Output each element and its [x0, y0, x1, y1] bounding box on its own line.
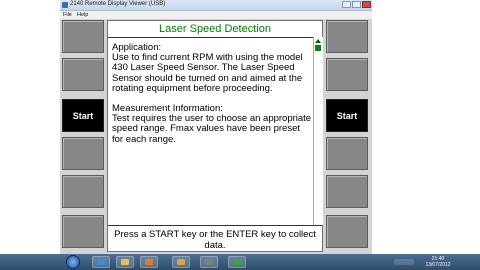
scroll-thumb[interactable] — [315, 45, 321, 51]
start-orb-icon[interactable] — [66, 255, 80, 269]
title-divider — [108, 37, 313, 38]
viewer-taskbar-icon[interactable] — [200, 256, 218, 268]
screen-title: Laser Speed Detection — [159, 23, 271, 35]
left-softkey-6[interactable] — [62, 215, 104, 248]
menu-help[interactable]: Help — [77, 12, 88, 18]
right-softkey-1[interactable] — [326, 20, 368, 53]
minimize-button[interactable] — [342, 1, 351, 8]
measurement-text: Test requires the user to choose an appr… — [112, 113, 312, 145]
media-taskbar-icon[interactable] — [140, 256, 158, 268]
system-tray[interactable] — [394, 259, 414, 265]
window-titlebar[interactable]: 2140 Remote Display Viewer (USB) — [60, 0, 372, 11]
right-start-button[interactable]: Start — [326, 99, 368, 132]
taskbar: 21:40 13/07/2012 — [0, 254, 480, 270]
scrollbar[interactable] — [313, 37, 323, 225]
left-softkey-2[interactable] — [62, 58, 104, 91]
prompt-divider — [108, 225, 322, 226]
instrument-screen: Laser Speed Detection Application: Use t… — [107, 20, 323, 252]
close-button[interactable] — [362, 1, 371, 8]
menu-file[interactable]: File — [63, 12, 72, 18]
app-taskbar-icon[interactable] — [172, 256, 190, 268]
right-softkey-5[interactable] — [326, 175, 368, 208]
window-title: 2140 Remote Display Viewer (USB) — [70, 1, 166, 7]
left-softkey-4[interactable] — [62, 137, 104, 170]
scroll-up-arrow-icon[interactable] — [315, 39, 321, 43]
right-softkey-4[interactable] — [326, 137, 368, 170]
left-start-button[interactable]: Start — [62, 99, 104, 132]
letterbox-left — [0, 0, 60, 254]
desktop: 2140 Remote Display Viewer (USB) File He… — [0, 0, 480, 270]
left-softkey-1[interactable] — [62, 20, 104, 53]
left-softkey-5[interactable] — [62, 175, 104, 208]
taskbar-clock[interactable]: 21:40 13/07/2012 — [418, 256, 458, 268]
folder-taskbar-icon[interactable] — [116, 256, 134, 268]
info-text: Application: Use to find current RPM wit… — [112, 42, 312, 145]
right-softkey-2[interactable] — [326, 58, 368, 91]
right-softkey-6[interactable] — [326, 215, 368, 248]
menu-bar: File Help — [60, 11, 372, 19]
letterbox-right — [372, 0, 480, 254]
monitor-taskbar-icon[interactable] — [228, 256, 246, 268]
app-icon — [62, 2, 68, 8]
application-text: Use to find current RPM with using the m… — [112, 52, 303, 94]
maximize-button[interactable] — [352, 1, 361, 8]
ie-taskbar-icon[interactable] — [92, 256, 110, 268]
clock-date: 13/07/2012 — [425, 262, 451, 268]
collect-data-prompt: Press a START key or the ENTER key to co… — [114, 229, 316, 251]
